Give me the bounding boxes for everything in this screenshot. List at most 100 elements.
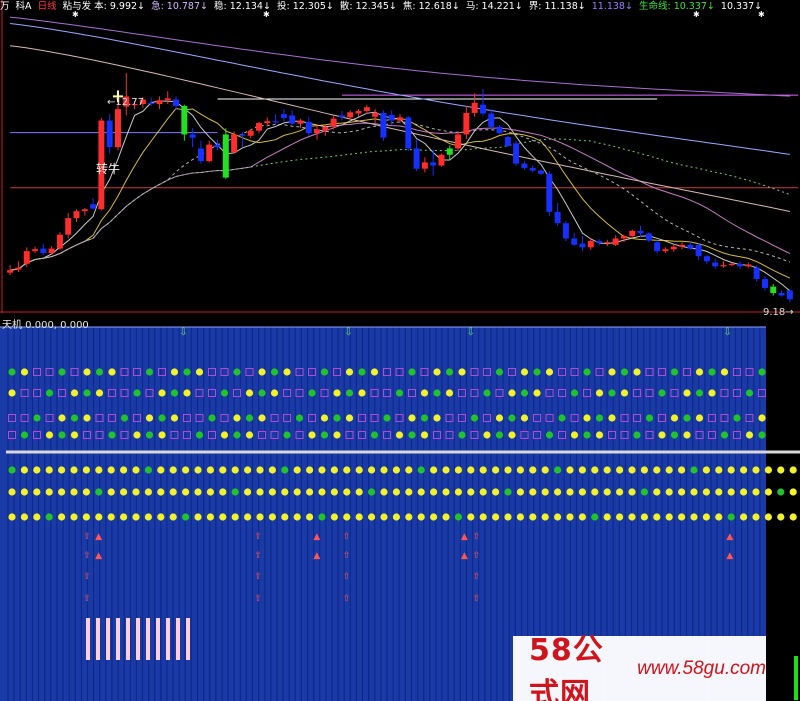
signal-dot-3-10 xyxy=(133,431,141,439)
signal-dot-2-46 xyxy=(583,414,591,422)
signal-dot-1-3 xyxy=(45,389,54,397)
long-dot-2-50 xyxy=(628,513,636,521)
signal-dot-0-27 xyxy=(345,368,354,376)
pink-bar-7 xyxy=(156,618,160,660)
long-dot-2-8 xyxy=(107,513,115,521)
signal-dot-1-49 xyxy=(620,389,629,397)
long-dot-0-59 xyxy=(740,466,748,474)
long-dot-1-36 xyxy=(454,488,462,496)
long-dot-1-56 xyxy=(702,488,711,496)
signal-dot-3-22 xyxy=(283,431,291,439)
long-dot-0-37 xyxy=(467,466,475,474)
long-dot-0-58 xyxy=(727,466,735,474)
long-dot-0-43 xyxy=(541,466,549,474)
red-up-arrow-1-1: ▲ xyxy=(95,551,102,561)
signal-dot-2-25 xyxy=(320,414,329,422)
long-dot-1-39 xyxy=(492,488,500,496)
long-dot-2-25 xyxy=(318,513,326,521)
candle-body-1 xyxy=(15,267,22,270)
candle-body-24 xyxy=(206,144,213,162)
candle-body-49 xyxy=(413,148,420,169)
candle-body-92 xyxy=(770,286,777,293)
long-dot-0-29 xyxy=(368,466,376,474)
signal-dot-1-17 xyxy=(220,389,229,397)
long-dot-1-11 xyxy=(144,488,152,496)
signal-dot-2-44 xyxy=(558,414,566,422)
long-dot-2-45 xyxy=(566,513,574,521)
long-dot-0-61 xyxy=(764,466,773,474)
ma-line-4 xyxy=(10,138,791,271)
long-dot-0-28 xyxy=(355,466,363,474)
candle-body-73 xyxy=(612,238,619,245)
candle-body-84 xyxy=(703,256,710,262)
red-up-arrow-6-1: ⇧ xyxy=(473,551,481,561)
red-up-arrow-6-3: ⇧ xyxy=(473,594,481,604)
long-dot-2-43 xyxy=(541,513,549,521)
long-dot-0-30 xyxy=(380,466,388,474)
long-dot-1-61 xyxy=(764,488,773,496)
signal-dot-3-15 xyxy=(195,431,204,439)
long-dot-0-36 xyxy=(454,466,462,474)
long-dot-1-53 xyxy=(665,488,673,496)
signal-dot-0-42 xyxy=(533,368,541,376)
long-dot-0-22 xyxy=(281,466,289,474)
red-up-arrow-2-2: ⇧ xyxy=(254,572,262,582)
signal-dot-0-48 xyxy=(608,368,616,376)
long-dot-1-22 xyxy=(281,488,289,496)
signal-dot-0-1 xyxy=(20,368,29,376)
signal-dot-3-39 xyxy=(495,431,504,439)
signal-dot-2-40 xyxy=(508,414,516,422)
candle-body-45 xyxy=(380,112,387,138)
signal-dot-3-46 xyxy=(583,431,591,439)
ma-line-0 xyxy=(10,100,791,292)
long-dot-2-9 xyxy=(120,513,128,521)
candle-body-80 xyxy=(670,246,677,250)
long-dot-1-21 xyxy=(268,488,276,496)
signal-dot-3-43 xyxy=(545,431,554,439)
candle-body-59 xyxy=(496,126,503,134)
long-dot-2-57 xyxy=(715,513,723,521)
long-dot-1-35 xyxy=(442,488,450,496)
red-up-arrow-4-1: ⇧ xyxy=(343,551,351,561)
long-dot-1-28 xyxy=(355,488,363,496)
red-up-arrow-4-2: ⇧ xyxy=(343,572,351,582)
candle-body-29 xyxy=(247,130,254,136)
long-dot-1-42 xyxy=(529,488,537,496)
signal-dot-2-26 xyxy=(333,414,341,422)
long-dot-2-4 xyxy=(58,513,66,521)
signal-dot-0-36 xyxy=(458,368,466,376)
candle-body-9 xyxy=(81,209,88,212)
signal-dot-1-28 xyxy=(358,389,366,397)
signal-dot-2-41 xyxy=(520,414,529,422)
signal-dot-1-33 xyxy=(420,389,429,397)
candle-body-87 xyxy=(728,263,735,266)
candle-body-54 xyxy=(455,134,462,149)
long-dot-2-37 xyxy=(467,513,475,521)
long-dot-0-20 xyxy=(256,466,264,474)
candle-body-71 xyxy=(596,240,603,243)
long-dot-0-16 xyxy=(206,466,214,474)
red-up-arrow-2-1: ⇧ xyxy=(254,551,262,561)
candle-body-0 xyxy=(7,270,14,273)
signal-dot-2-33 xyxy=(420,414,429,422)
side-volume-bar xyxy=(794,656,798,700)
candle-body-66 xyxy=(554,211,561,224)
signal-dot-0-34 xyxy=(433,368,441,376)
candle-body-34 xyxy=(289,115,296,124)
pink-bar-9 xyxy=(176,618,180,660)
signal-dot-3-3 xyxy=(45,431,54,439)
red-up-arrow-0-0: ⇧ xyxy=(83,532,91,542)
long-dot-0-1 xyxy=(20,466,28,474)
signal-dot-1-14 xyxy=(183,389,191,397)
long-dot-0-17 xyxy=(219,466,227,474)
down-arrow-1: ⇩ xyxy=(344,327,352,338)
candle-body-44 xyxy=(372,112,379,117)
candle-body-64 xyxy=(538,170,544,174)
long-dot-0-10 xyxy=(132,466,140,474)
band-line-2 xyxy=(10,45,791,212)
signal-dot-3-33 xyxy=(420,431,429,439)
long-dot-2-38 xyxy=(479,513,487,521)
long-dot-1-2 xyxy=(33,488,41,496)
signal-dot-1-20 xyxy=(258,389,266,397)
long-dot-0-47 xyxy=(591,466,599,474)
